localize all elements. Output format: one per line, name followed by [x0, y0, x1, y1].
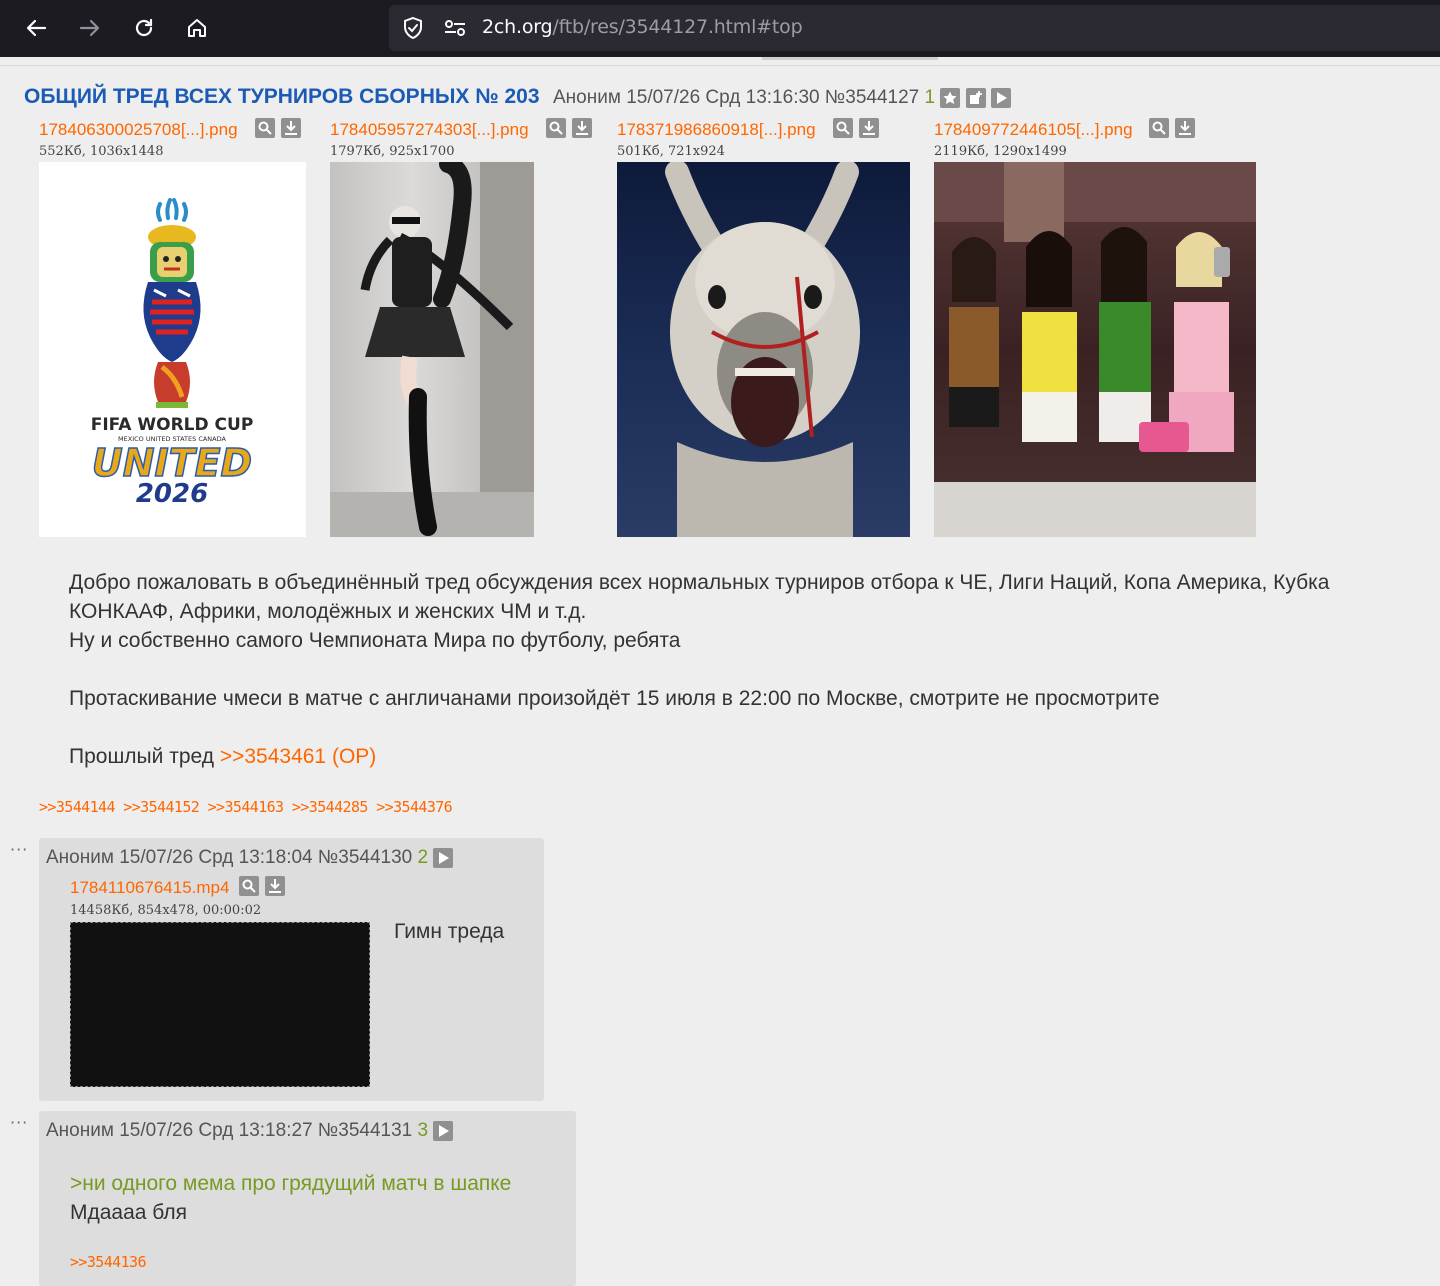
post-number[interactable]: №3544127	[825, 87, 919, 108]
reply-post-3544130: Аноним 15/07/26 Срд 13:18:04 №3544130 2 …	[39, 838, 544, 1101]
thread-page: ОБЩИЙ ТРЕД ВСЕХ ТУРНИРОВ СБОРНЫХ № 203 А…	[0, 57, 1440, 1286]
post-author: Аноним	[553, 87, 621, 108]
download-icon[interactable]	[281, 118, 301, 138]
play-icon[interactable]	[433, 1120, 454, 1141]
file-info-1: 552Кб, 1036x1448	[39, 144, 164, 159]
download-icon[interactable]	[265, 876, 285, 896]
divider	[0, 65, 1440, 66]
play-icon[interactable]	[433, 847, 454, 868]
favorite-star-icon[interactable]	[940, 87, 961, 108]
back-icon[interactable]	[18, 10, 54, 46]
download-icon[interactable]	[1175, 118, 1195, 138]
scroll-indicator	[762, 57, 938, 60]
forward-icon[interactable]	[72, 10, 108, 46]
file-info-4: 2119Кб, 1290x1499	[934, 144, 1067, 159]
post-author: Аноним	[46, 1120, 114, 1141]
magnifier-icon[interactable]	[546, 118, 566, 138]
site-permissions-icon[interactable]	[443, 16, 467, 40]
thumbnail-group-photo[interactable]	[934, 162, 1256, 537]
video-thumbnail[interactable]	[70, 922, 370, 1087]
file-actions-video	[239, 876, 285, 896]
hide-post-icon[interactable]	[965, 87, 986, 108]
post-meta: Аноним 15/07/26 Срд 13:18:27 №3544131 3	[46, 1120, 454, 1142]
logo-line-4: 2026	[136, 479, 208, 509]
op-meta: Аноним 15/07/26 Срд 13:16:30 №3544127 1	[553, 87, 1011, 109]
post-body: Гимн треда	[394, 920, 505, 943]
magnifier-icon[interactable]	[239, 876, 259, 896]
url-text[interactable]: 2ch.org/ftb/res/3544127.html#top	[482, 16, 803, 38]
file-link-3[interactable]: 178371986860918[...].png	[617, 120, 816, 140]
address-bar[interactable]: 2ch.org/ftb/res/3544127.html#top	[389, 5, 1440, 51]
post-menu-dots[interactable]: ···	[10, 1113, 28, 1132]
post-menu-dots[interactable]: ···	[10, 840, 28, 859]
post-number[interactable]: №3544131	[318, 1120, 412, 1141]
thumbnail-cosplay[interactable]	[330, 162, 534, 537]
post-author: Аноним	[46, 847, 114, 868]
prev-thread-link[interactable]: >>3543461 (OP)	[220, 745, 376, 768]
file-info-video: 14458Кб, 854x478, 00:00:02	[70, 903, 262, 918]
thread-title: ОБЩИЙ ТРЕД ВСЕХ ТУРНИРОВ СБОРНЫХ № 203	[24, 85, 540, 108]
thumbnail-world-cup-logo[interactable]: FIFA WORLD CUP MEXICO UNITED STATES CANA…	[39, 162, 306, 537]
op-body-line-3: Ну и собственно самого Чемпионата Мира п…	[69, 629, 681, 652]
op-body-line-2: КОНКААФ, Африки, молодёжных и женских ЧМ…	[69, 600, 587, 623]
file-actions-2	[546, 118, 592, 138]
shield-icon[interactable]	[401, 16, 425, 40]
post-date: 15/07/26 Срд 13:18:04	[119, 847, 313, 868]
post-index: 3	[417, 1120, 429, 1141]
download-icon[interactable]	[572, 118, 592, 138]
post-index: 2	[417, 847, 429, 868]
post-date: 15/07/26 Срд 13:18:27	[119, 1120, 313, 1141]
op-body-line-4: Протаскивание чмеси в матче с англичанам…	[69, 687, 1160, 710]
post-body: >ни одного мема про грядущий матч в шапк…	[70, 1169, 511, 1227]
file-link-4[interactable]: 178409772446105[...].png	[934, 120, 1133, 140]
file-actions-4	[1149, 118, 1195, 138]
logo-line-1: FIFA WORLD CUP	[91, 415, 254, 435]
browser-toolbar: 2ch.org/ftb/res/3544127.html#top	[0, 0, 1440, 57]
reply-post-3544131: Аноним 15/07/26 Срд 13:18:27 №3544131 3 …	[39, 1111, 576, 1286]
reload-icon[interactable]	[126, 10, 162, 46]
home-icon[interactable]	[179, 10, 215, 46]
thumbnail-llama[interactable]	[617, 162, 910, 537]
greentext-quote: >ни одного мема про грядущий матч в шапк…	[70, 1172, 512, 1195]
op-replies[interactable]: >>3544144 >>3544152 >>3544163 >>3544285 …	[39, 798, 453, 816]
post-meta: Аноним 15/07/26 Срд 13:18:04 №3544130 2	[46, 847, 454, 869]
file-link-2[interactable]: 178405957274303[...].png	[330, 120, 529, 140]
file-actions-3	[833, 118, 879, 138]
post-text-line: Мдаааа бля	[70, 1201, 188, 1224]
post-reply-link[interactable]: >>3544136	[70, 1253, 146, 1271]
op-body-line-5: Прошлый тред >>3543461 (OP)	[69, 742, 1329, 771]
post-index: 1	[924, 87, 936, 108]
url-path: /ftb/res/3544127.html#top	[552, 16, 803, 38]
file-link-1[interactable]: 178406300025708[...].png	[39, 120, 238, 140]
op-body-line-1: Добро пожаловать в объединённый тред обс…	[69, 571, 1330, 594]
magnifier-icon[interactable]	[1149, 118, 1169, 138]
file-link-video[interactable]: 1784110676415.mp4	[70, 878, 229, 898]
file-info-2: 1797Кб, 925x1700	[330, 144, 455, 159]
op-body: Добро пожаловать в объединённый тред обс…	[69, 568, 1329, 771]
file-actions-1	[255, 118, 301, 138]
file-info-3: 501Кб, 721x924	[617, 144, 725, 159]
post-number[interactable]: №3544130	[318, 847, 412, 868]
play-icon[interactable]	[990, 87, 1011, 108]
url-host: 2ch.org	[482, 16, 553, 38]
magnifier-icon[interactable]	[255, 118, 275, 138]
magnifier-icon[interactable]	[833, 118, 853, 138]
prev-thread-label: Прошлый тред	[69, 745, 220, 768]
post-date: 15/07/26 Срд 13:16:30	[626, 87, 820, 108]
download-icon[interactable]	[859, 118, 879, 138]
